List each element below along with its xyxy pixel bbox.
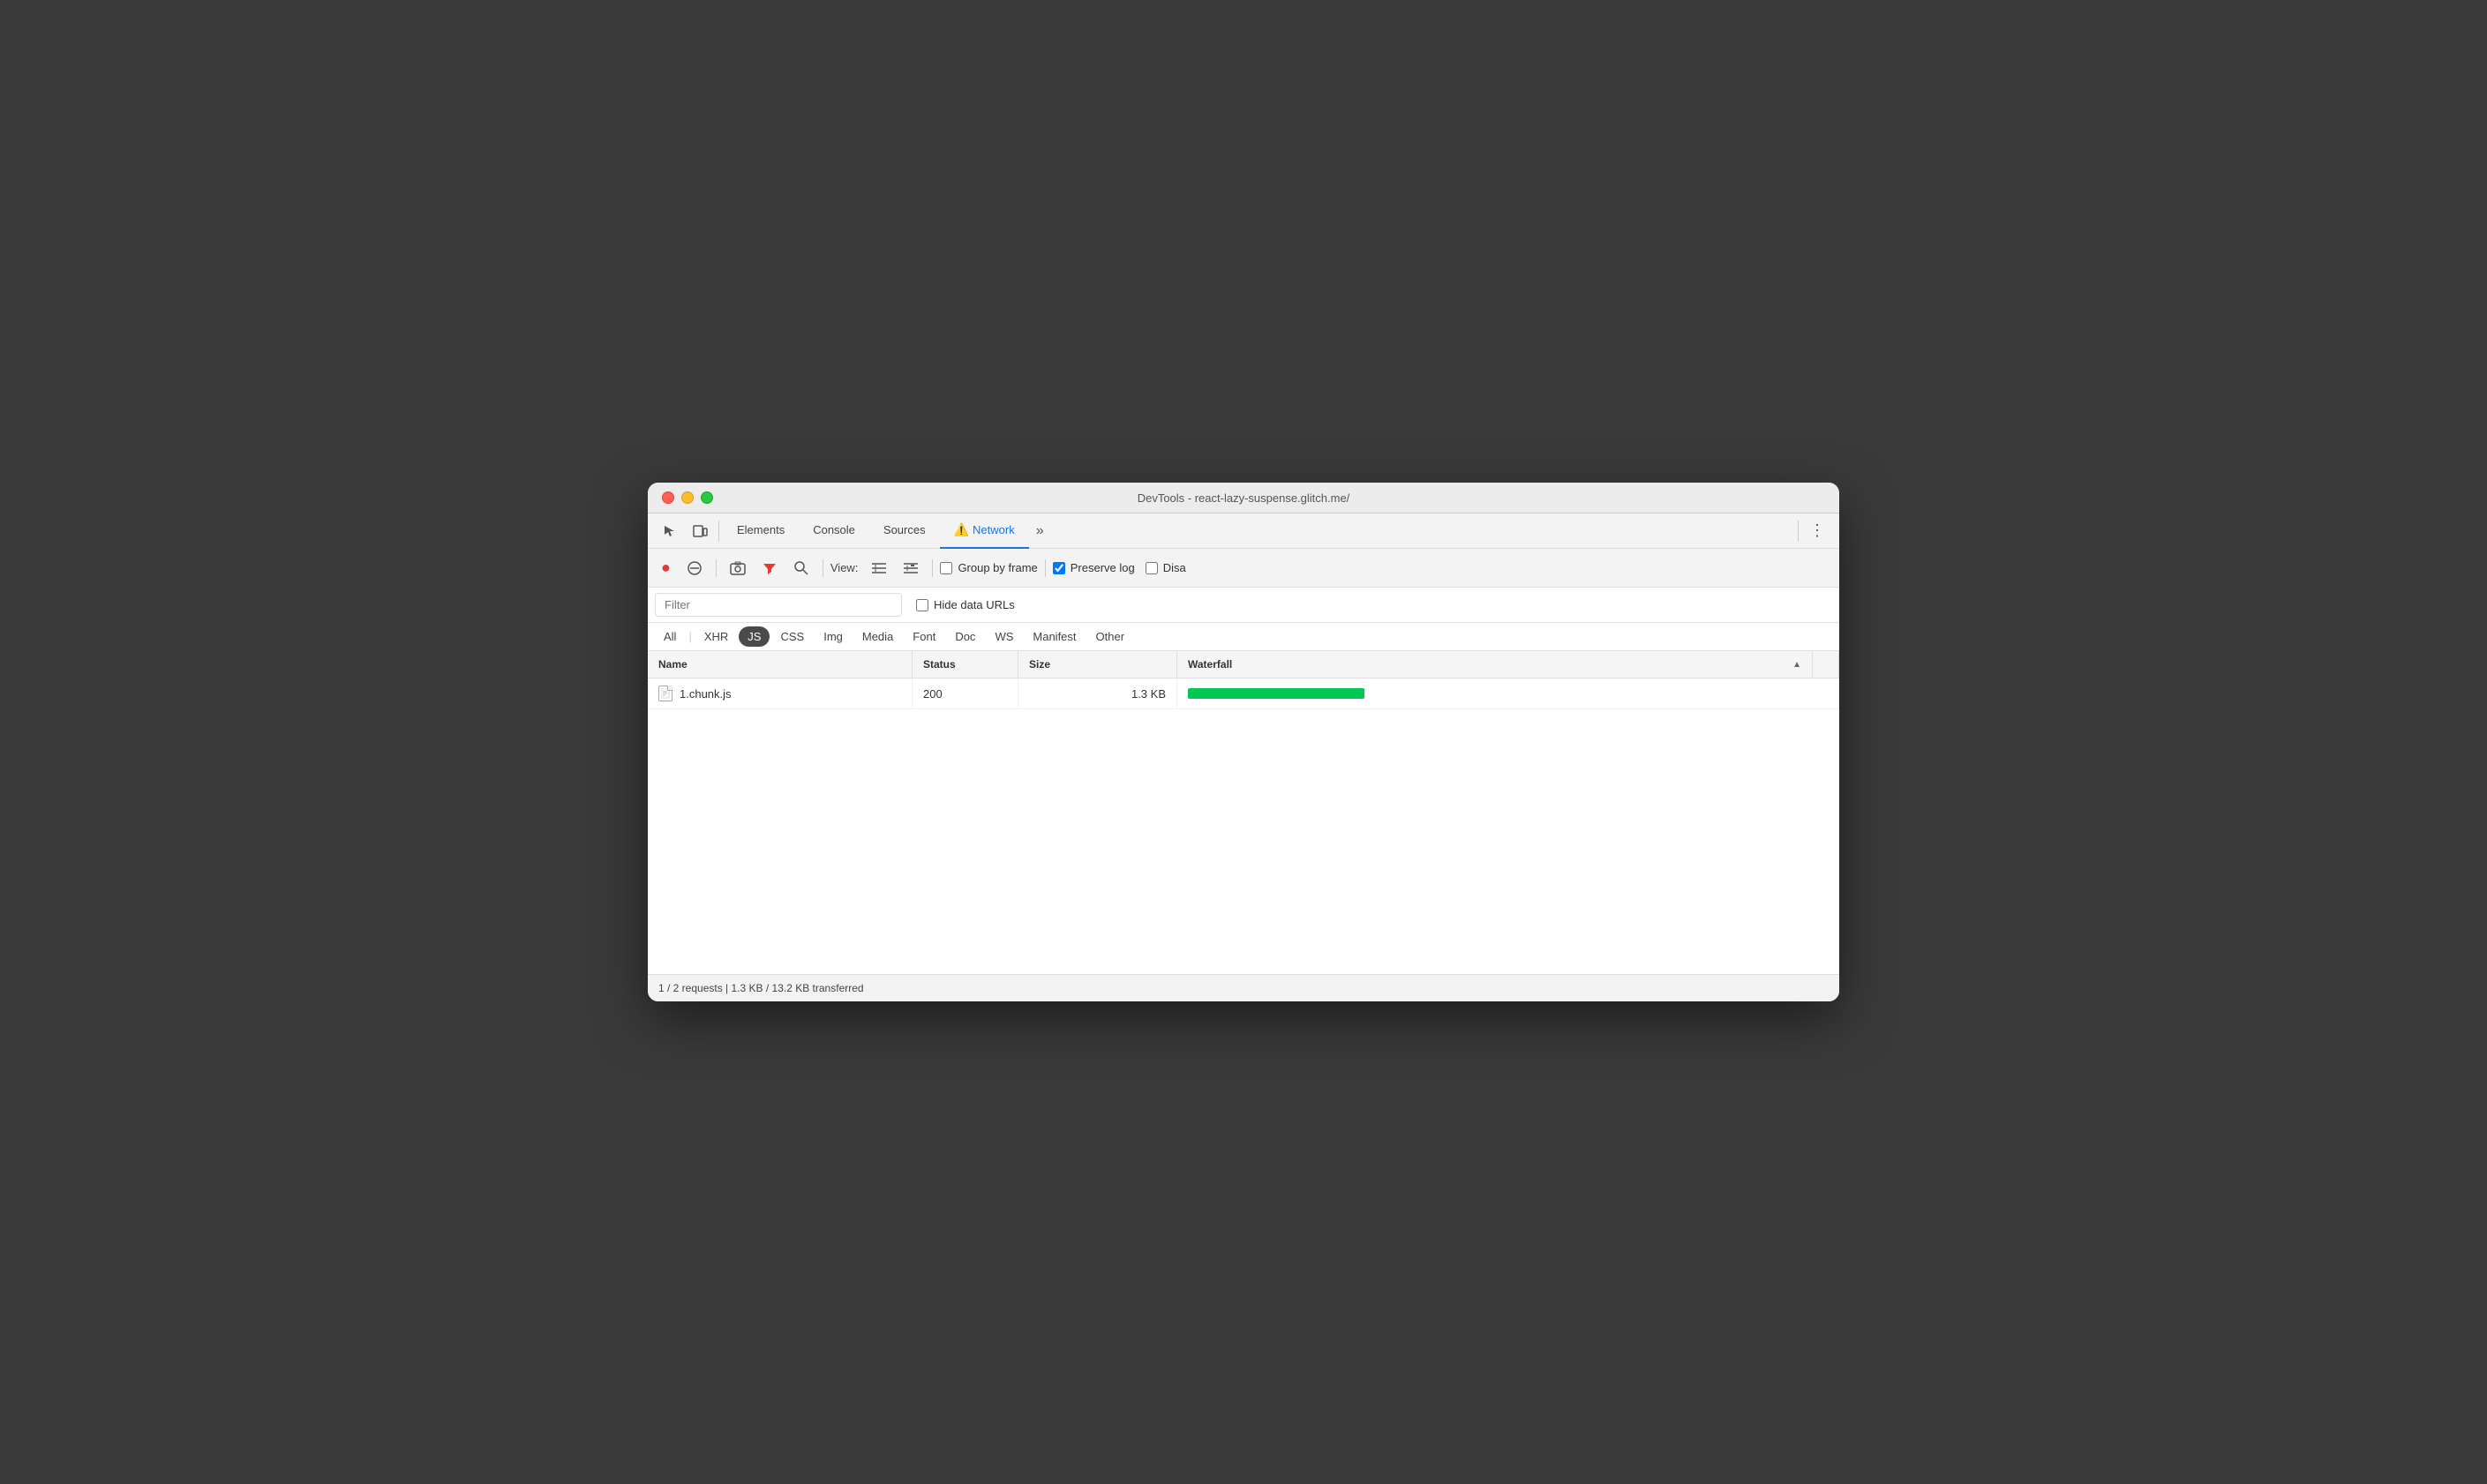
camera-icon (730, 560, 746, 576)
group-by-frame-group[interactable]: Group by frame (940, 561, 1037, 574)
type-filter-other[interactable]: Other (1087, 626, 1134, 647)
list-view-button[interactable] (865, 558, 893, 579)
filter-button[interactable] (755, 556, 784, 581)
clear-button[interactable] (680, 556, 709, 581)
maximize-button[interactable] (701, 491, 713, 504)
type-filter-font[interactable]: Font (904, 626, 944, 647)
type-filter-css[interactable]: CSS (771, 626, 813, 647)
col-header-name: Name (648, 651, 913, 678)
devtools-body: Elements Console Sources ⚠️ Network » ⋮ … (648, 513, 1839, 1001)
type-filter-img[interactable]: Img (815, 626, 852, 647)
waterfall-view-icon (903, 562, 919, 574)
col-header-status: Status (913, 651, 1018, 678)
tab-bar: Elements Console Sources ⚠️ Network » ⋮ (648, 513, 1839, 549)
hide-data-urls-checkbox[interactable] (916, 599, 928, 611)
tab-network[interactable]: ⚠️ Network (940, 513, 1029, 549)
disable-cache-group[interactable]: Disa (1146, 561, 1186, 574)
list-view-icon (871, 562, 887, 574)
record-button[interactable]: ● (655, 554, 677, 581)
table-row[interactable]: 1.chunk.js 200 1.3 KB (648, 678, 1839, 709)
filter-icon (762, 560, 778, 576)
file-icon (658, 686, 672, 701)
toolbar-divider-4 (1045, 559, 1046, 577)
window-title: DevTools - react-lazy-suspense.glitch.me… (1138, 491, 1350, 505)
tab-console[interactable]: Console (799, 513, 869, 549)
search-button[interactable] (787, 556, 815, 581)
hide-data-urls-label: Hide data URLs (934, 598, 1015, 611)
sort-arrow-icon: ▲ (1792, 660, 1801, 670)
type-filter-xhr[interactable]: XHR (695, 626, 737, 647)
network-warning-icon: ⚠️ (954, 522, 969, 537)
search-icon (793, 560, 809, 576)
type-filter-manifest[interactable]: Manifest (1024, 626, 1085, 647)
traffic-lights (662, 491, 713, 504)
minimize-button[interactable] (681, 491, 694, 504)
toolbar-divider-1 (716, 559, 717, 577)
hide-data-urls-group[interactable]: Hide data URLs (916, 598, 1015, 611)
toolbar-divider-3 (932, 559, 933, 577)
waterfall-bar (1188, 688, 1364, 699)
type-filter-media[interactable]: Media (853, 626, 902, 647)
disable-cache-checkbox[interactable] (1146, 562, 1158, 574)
filter-row: Hide data URLs (648, 588, 1839, 623)
camera-button[interactable] (724, 556, 752, 581)
view-label: View: (830, 561, 859, 574)
table-header: Name Status Size Waterfall ▲ (648, 651, 1839, 678)
empty-rows (648, 709, 1839, 974)
device-toggle-button[interactable] (685, 518, 715, 544)
tab-divider-right (1798, 521, 1799, 542)
cell-status: 200 (913, 678, 1018, 708)
cursor-icon (662, 523, 678, 539)
col-header-waterfall: Waterfall ▲ (1177, 651, 1813, 678)
cell-extra (1813, 678, 1839, 708)
waterfall-view-button[interactable] (897, 558, 925, 579)
status-bar: 1 / 2 requests | 1.3 KB / 13.2 KB transf… (648, 974, 1839, 1001)
network-toolbar: ● (648, 549, 1839, 588)
col-header-extra (1813, 651, 1839, 678)
network-table: Name Status Size Waterfall ▲ (648, 651, 1839, 974)
cell-size: 1.3 KB (1018, 678, 1177, 708)
tab-divider-left (718, 521, 719, 542)
title-bar: DevTools - react-lazy-suspense.glitch.me… (648, 483, 1839, 513)
devtools-menu-button[interactable]: ⋮ (1802, 516, 1832, 545)
cell-waterfall (1177, 678, 1813, 708)
cell-name-text: 1.chunk.js (680, 687, 732, 701)
type-filter-all[interactable]: All (655, 626, 685, 647)
cell-name: 1.chunk.js (648, 678, 913, 708)
device-icon (692, 523, 708, 539)
group-by-frame-checkbox[interactable] (940, 562, 952, 574)
tab-elements[interactable]: Elements (723, 513, 799, 549)
tab-more-button[interactable]: » (1029, 523, 1051, 539)
inspect-element-button[interactable] (655, 518, 685, 544)
close-button[interactable] (662, 491, 674, 504)
preserve-log-label: Preserve log (1071, 561, 1135, 574)
type-filter-ws[interactable]: WS (986, 626, 1022, 647)
tab-sources[interactable]: Sources (869, 513, 940, 549)
group-by-frame-label: Group by frame (958, 561, 1037, 574)
filter-input[interactable] (655, 593, 902, 617)
type-filter-row: All | XHR JS CSS Img Media Font Doc WS M… (648, 623, 1839, 651)
status-text: 1 / 2 requests | 1.3 KB / 13.2 KB transf… (658, 982, 864, 994)
col-header-size: Size (1018, 651, 1177, 678)
disable-cache-label: Disa (1163, 561, 1186, 574)
type-filter-js[interactable]: JS (739, 626, 770, 647)
preserve-log-group[interactable]: Preserve log (1053, 561, 1135, 574)
clear-icon (687, 560, 703, 576)
type-filter-doc[interactable]: Doc (946, 626, 984, 647)
devtools-window: DevTools - react-lazy-suspense.glitch.me… (648, 483, 1839, 1001)
preserve-log-checkbox[interactable] (1053, 562, 1065, 574)
